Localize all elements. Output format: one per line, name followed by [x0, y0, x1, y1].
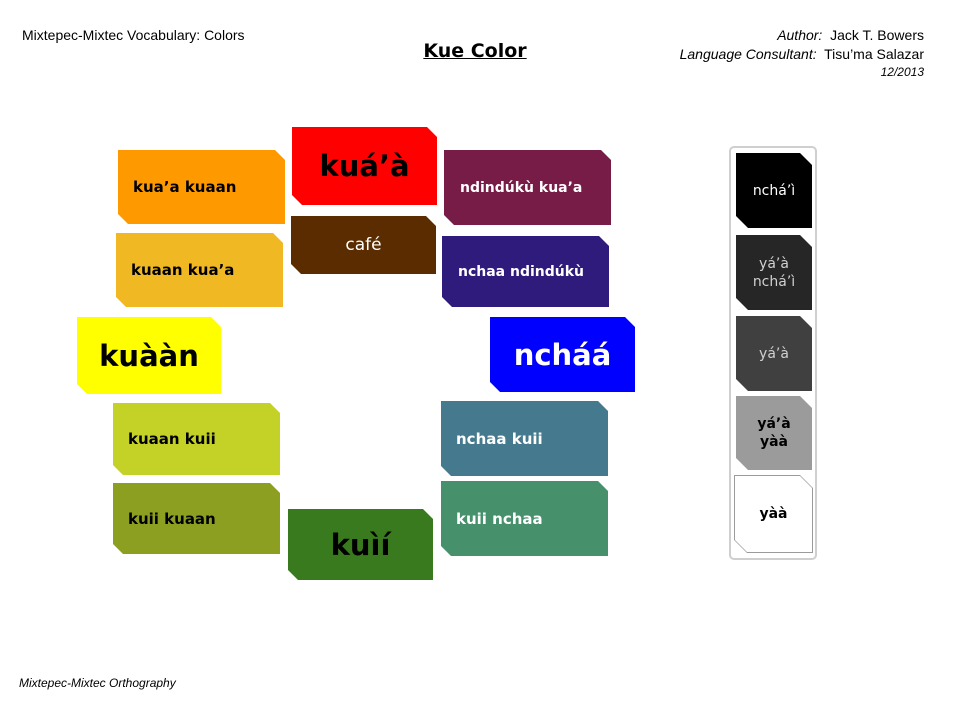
swatch-yellow-label: kuààn: [99, 338, 199, 373]
swatch-blue: ncháá: [490, 317, 635, 392]
consultant-line: Language Consultant: Tisu’ma Salazar: [680, 45, 924, 64]
author-line: Author: Jack T. Bowers: [680, 26, 924, 45]
document-title: Mixtepec-Mixtec Vocabulary: Colors: [22, 27, 245, 43]
gray-swatch-white-label: yàà: [759, 506, 788, 522]
gray-swatch-charcoal: yá’à nchá’ì: [736, 235, 812, 310]
swatch-teal-blue-label: nchaa kuii: [456, 429, 543, 448]
gray-swatch-white: yàà: [735, 476, 812, 552]
swatch-brown: café: [291, 216, 436, 274]
swatch-green-label: kuìí: [330, 527, 391, 562]
swatch-maroon-label: ndindúkù kua’a: [460, 179, 583, 196]
gray-swatch-light-gray: yá’à yàà: [736, 396, 812, 470]
swatch-gold-label: kuaan kua’a: [131, 261, 235, 279]
gray-swatch-light-gray-label: yá’à yàà: [757, 416, 791, 450]
gray-swatch-black-label: nchá’ì: [752, 182, 796, 199]
gray-swatch-dark-gray: yá’à: [736, 316, 812, 391]
swatch-yellow-green: kuaan kuii: [113, 403, 280, 475]
swatch-green: kuìí: [288, 509, 433, 580]
swatch-blue-label: ncháá: [513, 337, 612, 372]
page-title: Kue Color: [423, 40, 527, 62]
swatch-yellow: kuààn: [77, 317, 221, 394]
author-name: Jack T. Bowers: [830, 27, 924, 43]
swatch-olive-label: kuii kuaan: [128, 509, 216, 528]
swatch-orange-label: kua’a kuaan: [133, 178, 237, 196]
gray-swatch-dark-gray-label: yá’à: [759, 345, 789, 362]
swatch-maroon: ndindúkù kua’a: [444, 150, 611, 225]
gray-swatch-charcoal-label: yá’à nchá’ì: [752, 255, 796, 290]
author-label: Author:: [777, 27, 823, 43]
swatch-gold: kuaan kua’a: [116, 233, 283, 307]
swatch-yellow-green-label: kuaan kuii: [128, 430, 216, 448]
date: 12/2013: [880, 65, 924, 79]
orthography-note: Mixtepec-Mixtec Orthography: [19, 676, 176, 690]
swatch-teal-blue: nchaa kuii: [441, 401, 608, 476]
swatch-red-label: kuá’à: [319, 149, 410, 183]
swatch-indigo: nchaa ndindúkù: [442, 236, 609, 307]
consultant-name: Tisu’ma Salazar: [824, 46, 924, 62]
swatch-orange: kua’a kuaan: [118, 150, 285, 224]
author-block: Author: Jack T. Bowers Language Consulta…: [680, 26, 924, 80]
swatch-olive: kuii kuaan: [113, 483, 280, 554]
swatch-indigo-label: nchaa ndindúkù: [458, 263, 585, 280]
consultant-label: Language Consultant:: [679, 46, 817, 62]
swatch-red: kuá’à: [292, 127, 437, 205]
swatch-teal-green: kuii nchaa: [441, 481, 608, 556]
swatch-brown-label: café: [345, 235, 382, 255]
gray-swatch-white-border: yàà: [734, 475, 813, 553]
swatch-teal-green-label: kuii nchaa: [456, 509, 543, 528]
gray-swatch-black: nchá’ì: [736, 153, 812, 228]
